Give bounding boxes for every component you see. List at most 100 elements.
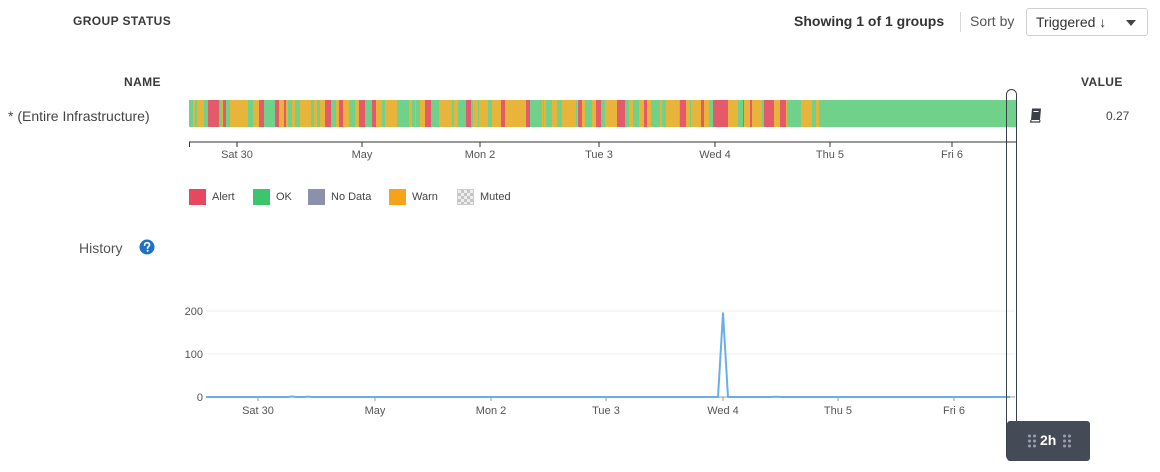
status-segment-warn (199, 100, 204, 127)
status-segment-warn (752, 100, 756, 127)
status-segment-warn (193, 100, 195, 127)
status-segment-warn (230, 100, 235, 127)
status-segment-warn (479, 100, 482, 127)
status-segment-warn (605, 100, 606, 127)
status-segment-warn (242, 100, 248, 127)
status-segment-warn (409, 100, 412, 127)
status-segment-warn (483, 100, 488, 127)
status-segment-ok (679, 100, 680, 127)
status-segment-ok (189, 100, 193, 127)
status-timeline-bar[interactable] (189, 100, 1017, 127)
timeline-tick-label: Thu 5 (816, 149, 844, 161)
status-segment-alert (596, 100, 601, 127)
no-data-swatch (308, 189, 325, 205)
status-segment-warn (639, 100, 644, 127)
status-segment-warn (629, 100, 633, 127)
legend-label: OK (276, 191, 292, 203)
status-segment-warn (454, 100, 458, 127)
timeline-tick-label: Tue 3 (585, 149, 613, 161)
legend-item-ok[interactable]: OK (253, 189, 292, 205)
status-segment-warn (732, 100, 738, 127)
group-name[interactable]: * (Entire Infrastructure) (8, 108, 150, 124)
status-segment-alert (680, 100, 686, 127)
name-column-header: NAME (124, 75, 161, 89)
status-segment-warn (314, 100, 317, 127)
history-chart: 0 100 200 Sat 30 May Mon 2 Tue 3 Wed 4 Thu 5 Fri … (185, 306, 1015, 417)
status-segment-ok (295, 100, 300, 127)
question-circle-icon[interactable] (139, 239, 155, 255)
x-tick-label: Mon 2 (476, 405, 507, 417)
alert-swatch (189, 189, 206, 205)
status-segment-warn (439, 100, 442, 127)
status-segment-warn (544, 100, 546, 127)
status-segment-warn (253, 100, 259, 127)
status-segment-warn (396, 100, 397, 127)
status-segment-ok (226, 100, 230, 127)
status-segment-warn (492, 100, 495, 127)
status-segment-warn (574, 100, 576, 127)
status-segment-warn (482, 100, 483, 127)
status-segment-alert (359, 100, 365, 127)
group-value: 0.27 (1106, 109, 1130, 123)
status-segment-ok (461, 100, 466, 127)
status-segment-alert (372, 100, 376, 127)
legend-item-warn[interactable]: Warn (389, 189, 438, 205)
time-brush-handle[interactable]: 2h (1007, 421, 1090, 461)
status-segment-warn (671, 100, 674, 127)
status-segment-warn (816, 100, 819, 127)
sort-select-value: Triggered ↓ (1036, 14, 1107, 30)
legend-label: Alert (212, 191, 235, 203)
status-segment-ok (221, 100, 222, 127)
status-segment-warn (804, 100, 808, 127)
status-segment-ok (762, 100, 764, 127)
x-tick-label: Sat 30 (242, 405, 274, 417)
status-segment-ok (478, 100, 479, 127)
status-segment-ok (787, 100, 789, 127)
status-segment-warn (592, 100, 596, 127)
timeline-tick-label: Fri 6 (941, 149, 963, 161)
status-segment-ok (738, 100, 743, 127)
status-segment-warn (389, 100, 391, 127)
divider (960, 12, 961, 32)
status-segment-ok (288, 100, 292, 127)
legend-item-no-data[interactable]: No Data (308, 189, 371, 205)
status-segment-warn (542, 100, 543, 127)
status-segment-warn (660, 100, 662, 127)
status-segment-warn (300, 100, 306, 127)
sort-select[interactable]: Triggered ↓ (1026, 8, 1148, 36)
status-segment-ok (589, 100, 592, 127)
status-segment-warn (552, 100, 557, 127)
status-segment-ok (625, 100, 629, 127)
status-segment-ok (797, 100, 801, 127)
status-segment-ok (789, 100, 791, 127)
status-segment-warn (674, 100, 679, 127)
time-brush-frame[interactable] (1006, 89, 1017, 461)
ok-swatch (253, 189, 270, 205)
status-segment-warn (495, 100, 501, 127)
status-segment-warn (336, 100, 339, 127)
status-segment-warn (808, 100, 812, 127)
legend-item-muted[interactable]: Muted (457, 189, 511, 205)
status-segment-warn (786, 100, 787, 127)
status-segment-alert (750, 100, 752, 127)
status-segment-ok (397, 100, 403, 127)
status-segment-ok (219, 100, 221, 127)
status-segment-warn (612, 100, 613, 127)
status-segment-alert (701, 100, 704, 127)
status-segment-ok (382, 100, 385, 127)
book-icon[interactable] (1028, 107, 1044, 123)
legend-item-alert[interactable]: Alert (189, 189, 235, 205)
status-segment-warn (666, 100, 671, 127)
timeline-tick-label: May (352, 149, 373, 161)
legend-label: Warn (412, 191, 438, 203)
status-segment-ok (546, 100, 552, 127)
status-segment-ok (471, 100, 473, 127)
series-line (206, 312, 1010, 398)
status-segment-ok (585, 100, 589, 127)
status-segment-warn (343, 100, 349, 127)
status-segment-warn (562, 100, 566, 127)
drag-handle-icon (1028, 434, 1036, 448)
status-segment-warn (728, 100, 732, 127)
status-segment-ok (653, 100, 659, 127)
status-segment-ok (311, 100, 314, 127)
